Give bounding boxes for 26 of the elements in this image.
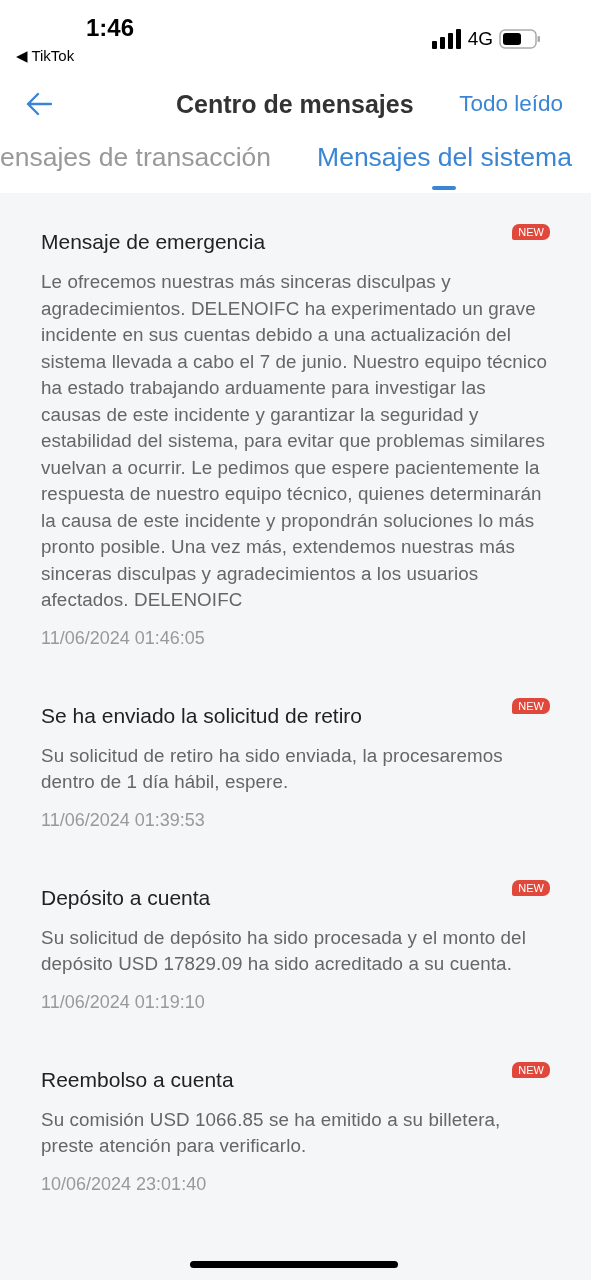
- battery-icon: [499, 29, 541, 49]
- message-text: Su comisión USD 1066.85 se ha emitido a su billetera, preste atención para verificarlo.: [41, 1107, 502, 1158]
- mark-all-read-button[interactable]: Todo leído: [459, 91, 563, 117]
- message-text: Le ofrecemos nuestras más sinceras disculpas y agradecimientos. DELENOIFC ha experimentado un grave incidente en sus cuentas debido a una actualización del sistema llevada a cabo el 7 de junio. Nuestro equipo técnico ha estado trabajando arduamente para investigar las causas de este incidente y garantizar la seguridad y estabilidad del sistema, para evitar que problemas similares vuelvan a ocurrir. Le pedimos que espere pacientemente la respuesta de nuestro equipo técnico, quienes determinarán la causa de este incidente y propondrán soluciones lo más pronto posible. Una vez más, extendemos nuestras más sinceras disculpas y agradecimientos a los usuarios afectados. DELENOIFC: [41, 270, 549, 612]
- message-timestamp: 10/06/2024 23:01:40: [41, 1173, 208, 1195]
- message-text: Su solicitud de retiro ha sido enviada, la procesaremos dentro de 1 día hábil, espere.: [41, 743, 504, 794]
- back-arrow-icon[interactable]: [26, 92, 52, 116]
- tab[interactable]: Mensajes del sistema: [317, 132, 572, 190]
- back-to-app-link[interactable]: ◀ TikTok: [16, 47, 75, 65]
- new-badge: NEW: [512, 697, 550, 714]
- message-title: Mensaje de emergencia: [41, 229, 266, 255]
- message-timestamp: 11/06/2024 01:19:10: [41, 991, 206, 1013]
- message-timestamp: 11/06/2024 01:46:05: [41, 627, 206, 649]
- message-title: Depósito a cuenta: [41, 884, 211, 911]
- signal-icon: [431, 29, 462, 49]
- message-title: Se ha enviado la solicitud de retiro: [41, 702, 363, 729]
- new-badge: NEW: [512, 224, 550, 240]
- message-timestamp: 11/06/2024 01:39:53: [41, 809, 206, 831]
- page-title: Centro de mensajes: [176, 89, 414, 119]
- network-type: 4G: [467, 28, 493, 50]
- new-badge: NEW: [512, 1061, 550, 1078]
- status-time: 1:46: [86, 14, 135, 42]
- message-title: Reembolso a cuenta: [41, 1066, 234, 1093]
- tab[interactable]: ensajes de transacción: [0, 132, 272, 190]
- message-text: Su solicitud de depósito ha sido procesada y el monto del depósito USD 17829.09 ha sido acreditado a su cuenta.: [41, 925, 527, 976]
- new-badge: NEW: [512, 879, 550, 896]
